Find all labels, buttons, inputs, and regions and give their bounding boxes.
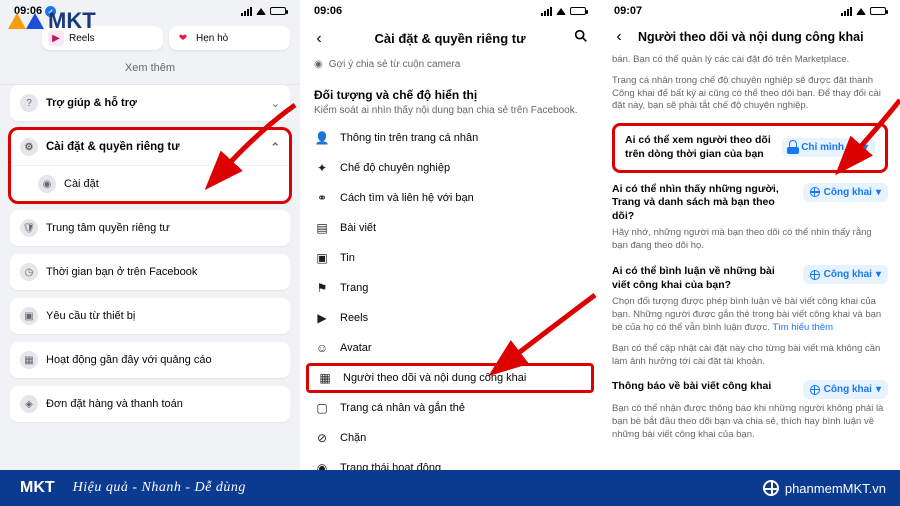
learn-more-link[interactable]: Tìm hiểu thêm xyxy=(772,322,833,333)
image-icon: ▦ xyxy=(20,351,38,369)
footer-slogan: Hiệu quả - Nhanh - Dễ dùng xyxy=(73,480,246,496)
privacy-public-button[interactable]: Công khai ▾ xyxy=(803,380,888,399)
intro-text-1: bán. Bạn có thể quản lý các cài đặt đó t… xyxy=(612,52,888,73)
tag-icon: ◈ xyxy=(20,395,38,413)
heart-icon: ❤ xyxy=(175,30,191,46)
back-button[interactable]: ‹ xyxy=(610,28,628,46)
signal-icon xyxy=(841,7,852,16)
people-icon: ⚭ xyxy=(314,191,330,205)
row-orders-payments[interactable]: ◈ Đơn đặt hàng và thanh toán xyxy=(10,386,290,422)
setting-who-sees-following[interactable]: Ai có thể nhìn thấy những người, Trang v… xyxy=(612,177,888,226)
row-recent-ad-activity[interactable]: ▦ Hoạt động gần đây với quảng cáo xyxy=(10,342,290,378)
reels-icon: ▶ xyxy=(314,311,330,325)
caret-down-icon: ▾ xyxy=(876,187,881,198)
lock-icon xyxy=(789,140,797,148)
see-more-button[interactable]: Xem thêm xyxy=(0,56,300,85)
brand-logo: MKT xyxy=(8,8,96,34)
setting-public-post-notifs[interactable]: Thông báo về bài viết công khai Công kha… xyxy=(612,374,888,401)
annotation-arrow xyxy=(210,100,300,185)
block-icon: ⊘ xyxy=(314,431,330,445)
privacy-public-button[interactable]: Công khai ▾ xyxy=(803,183,888,202)
globe-icon xyxy=(810,270,820,280)
section-title: Đối tượng và chế độ hiển thị xyxy=(300,80,600,104)
status-time: 09:07 xyxy=(614,5,642,17)
screen-followers-public: 09:07 ‹ Người theo dõi và nội dung công … xyxy=(600,0,900,470)
setting-desc: Hãy nhớ, những người mà bạn theo dõi có … xyxy=(612,225,888,259)
row-posts[interactable]: ▤Bài viết xyxy=(300,213,600,243)
status-bar: 09:07 xyxy=(600,0,900,22)
row-privacy-center[interactable]: 🛡 Trung tâm quyền riêng tư xyxy=(10,210,290,246)
row-time-on-facebook[interactable]: ◷ Thời gian bạn ở trên Facebook xyxy=(10,254,290,290)
followers-icon: ▦ xyxy=(317,371,333,385)
battery-icon xyxy=(870,7,886,15)
wifi-icon xyxy=(856,8,866,15)
globe-icon xyxy=(810,385,820,395)
footer-logo: MKT xyxy=(14,479,55,497)
setting-desc: Chọn đối tượng được phép bình luận về bà… xyxy=(612,294,888,340)
cutoff-row[interactable]: ◉Gợi ý chia sẻ từ cuộn camera xyxy=(300,55,600,80)
device-icon: ▣ xyxy=(20,307,38,325)
camera-icon: ◉ xyxy=(314,59,323,70)
battery-icon xyxy=(570,7,586,15)
search-button[interactable] xyxy=(572,28,590,49)
row-active-status[interactable]: ◉Trạng thái hoạt động xyxy=(300,453,600,470)
person-icon: ◉ xyxy=(38,175,56,193)
row-device-requests[interactable]: ▣ Yêu cầu từ thiết bị xyxy=(10,298,290,334)
help-icon: ? xyxy=(20,94,38,112)
setting-who-comments[interactable]: Ai có thể bình luận về những bài viết cô… xyxy=(612,259,888,294)
pro-icon: ✦ xyxy=(314,161,330,175)
globe-icon xyxy=(810,187,820,197)
setting-desc: Bạn có thể nhận được thông báo khi những… xyxy=(612,401,888,447)
clock-icon: ◷ xyxy=(20,263,38,281)
flag-icon: ⚑ xyxy=(314,281,330,295)
privacy-public-button[interactable]: Công khai ▾ xyxy=(803,265,888,284)
globe-icon xyxy=(763,480,779,496)
signal-icon xyxy=(241,7,252,16)
gear-icon: ⚙ xyxy=(20,138,38,156)
signal-icon xyxy=(541,7,552,16)
status-time: 09:06 xyxy=(314,5,342,17)
caret-down-icon: ▾ xyxy=(876,384,881,395)
person-icon: 👤 xyxy=(314,131,330,145)
battery-icon xyxy=(270,7,286,15)
row-blocking[interactable]: ⊘Chặn xyxy=(300,423,600,453)
shortcut-dating[interactable]: ❤ Hẹn hò xyxy=(169,26,290,50)
section-subtitle: Kiểm soát ai nhìn thấy nội dung bạn chia… xyxy=(300,104,600,123)
annotation-arrow xyxy=(845,95,900,170)
setting-desc: Bạn có thể cập nhật cài đặt này cho từng… xyxy=(612,341,888,375)
page-title: Người theo dõi và nội dung công khai xyxy=(634,30,890,44)
row-find-contact[interactable]: ⚭Cách tìm và liên hệ với bạn xyxy=(300,183,600,213)
screen-settings-privacy: 09:06 ‹ Cài đặt & quyền riêng tư ◉Gợi ý … xyxy=(300,0,600,470)
row-profile-tagging[interactable]: ▢Trang cá nhân và gắn thẻ xyxy=(300,393,600,423)
back-button[interactable]: ‹ xyxy=(310,30,328,48)
status-bar: 09:06 xyxy=(300,0,600,22)
wifi-icon xyxy=(556,8,566,15)
row-profile-info[interactable]: 👤Thông tin trên trang cá nhân xyxy=(300,123,600,153)
avatar-icon: ☺ xyxy=(314,341,330,355)
wifi-icon xyxy=(256,8,266,15)
screen-menu: 09:06✓ ▶ Reels ❤ Hẹn hò Xem thêm ? Trợ g… xyxy=(0,0,300,470)
row-pro-mode[interactable]: ✦Chế độ chuyên nghiệp xyxy=(300,153,600,183)
footer-site[interactable]: phanmemMKT.vn xyxy=(763,480,886,496)
brand-footer: MKT Hiệu quả - Nhanh - Dễ dùng phanmemMK… xyxy=(0,470,900,506)
row-stories[interactable]: ▣Tin xyxy=(300,243,600,273)
annotation-arrow xyxy=(500,290,600,375)
caret-down-icon: ▾ xyxy=(876,269,881,280)
shield-icon: 🛡 xyxy=(20,219,38,237)
story-icon: ▣ xyxy=(314,251,330,265)
search-icon xyxy=(573,28,589,44)
post-icon: ▤ xyxy=(314,221,330,235)
page-title: Cài đặt & quyền riêng tư xyxy=(334,31,566,46)
tag-icon: ▢ xyxy=(314,401,330,415)
status-icon: ◉ xyxy=(314,461,330,470)
